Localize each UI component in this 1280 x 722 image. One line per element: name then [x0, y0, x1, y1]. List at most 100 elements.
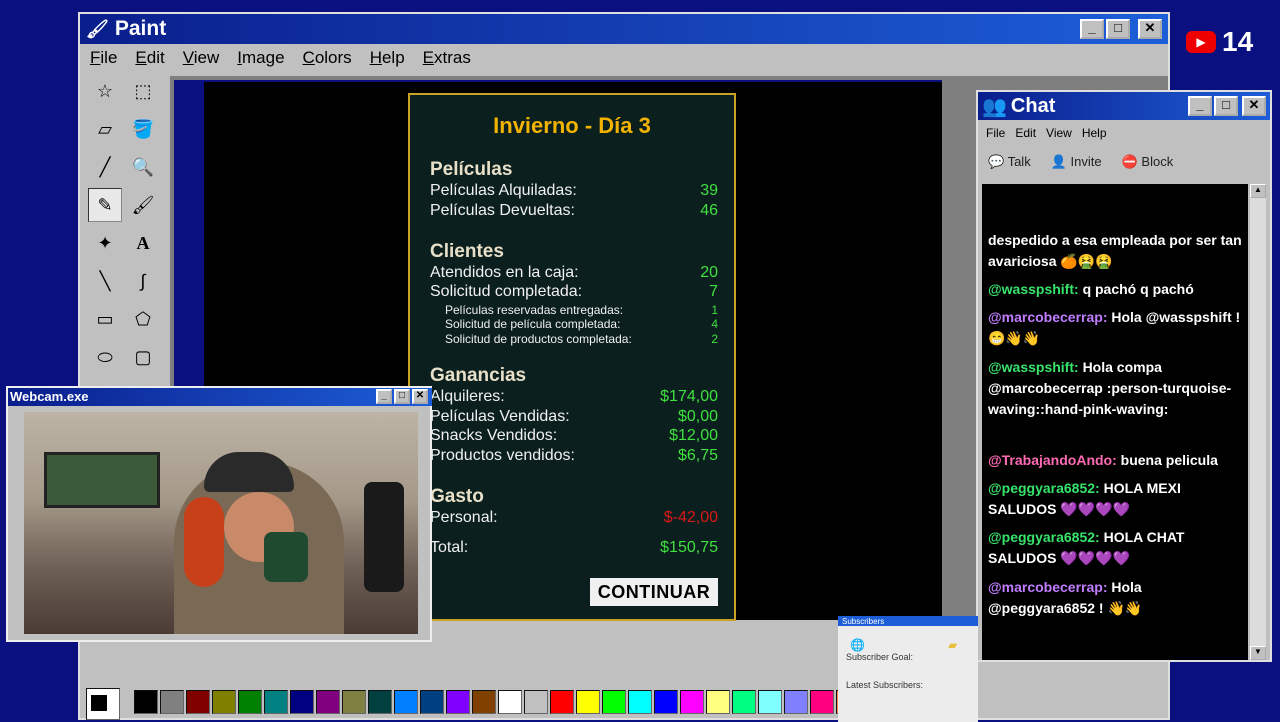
color-swatch[interactable] [472, 690, 496, 714]
free-select-icon[interactable]: ☆ [88, 74, 122, 108]
cap-shape [204, 452, 294, 492]
webcam-titlebar[interactable]: Webcam.exe [8, 388, 432, 406]
current-colors[interactable] [86, 688, 120, 720]
color-swatch[interactable] [680, 690, 704, 714]
color-swatch[interactable] [316, 690, 340, 714]
text-tool-icon[interactable]: A [126, 226, 160, 260]
scroll-down-arrow-icon[interactable]: ▼ [1250, 646, 1266, 660]
menu-view[interactable]: View [183, 48, 220, 68]
chat-scrollbar[interactable]: ▲ ▼ [1250, 184, 1266, 660]
color-swatch[interactable] [732, 690, 756, 714]
chat-menu-view[interactable]: View [1046, 126, 1072, 140]
paint-titlebar[interactable]: 🖌 Paint _ □ ✕ [80, 14, 1168, 44]
maximize-button[interactable]: □ [1106, 19, 1130, 39]
color-swatch[interactable] [394, 690, 418, 714]
eyedropper-icon[interactable]: ╱ [88, 150, 122, 184]
color-swatch[interactable] [498, 690, 522, 714]
polygon-icon[interactable]: ⬠ [126, 302, 160, 336]
color-swatch[interactable] [342, 690, 366, 714]
color-swatch[interactable] [524, 690, 548, 714]
paint-menubar: File Edit View Image Colors Help Extras [80, 44, 1168, 72]
rectangle-icon[interactable]: ▭ [88, 302, 122, 336]
pencil-icon[interactable]: ✎ [88, 188, 122, 222]
ellipse-icon[interactable]: ⬭ [88, 340, 122, 374]
fill-bucket-icon[interactable]: 🪣 [126, 112, 160, 146]
chat-close-button[interactable]: ✕ [1242, 96, 1266, 116]
chat-menu-help[interactable]: Help [1082, 126, 1107, 140]
chat-message: @peggyara6852: HOLA CHAT SALUDOS 💜💜💜💜 [988, 529, 1185, 566]
block-button[interactable]: ⛔ Block [1122, 154, 1174, 170]
rect-select-icon[interactable]: ⬚ [126, 74, 160, 108]
webcam-close-button[interactable]: ✕ [412, 389, 428, 404]
color-swatch[interactable] [160, 690, 184, 714]
continuar-button[interactable]: CONTINUAR [590, 578, 718, 606]
chat-maximize-button[interactable]: □ [1214, 96, 1238, 116]
color-swatch[interactable] [550, 690, 574, 714]
color-swatch[interactable] [134, 690, 158, 714]
subscribers-widget: Subscribers 🌐 ▰ Subscriber Goal: Latest … [838, 616, 978, 722]
color-swatch[interactable] [654, 690, 678, 714]
color-swatch[interactable] [628, 690, 652, 714]
row-peliculas-vendidas: Películas Vendidas: $0,00 [430, 408, 718, 425]
eraser-icon[interactable]: ▱ [88, 112, 122, 146]
youtube-count: 14 [1222, 26, 1254, 57]
row-solicitud-pelicula: Solicitud de película completada: 4 [445, 317, 718, 331]
chat-message: @peggyara6852: HOLA MEXI SALUDOS 💜💜💜💜 [988, 480, 1181, 517]
chat-titlebar[interactable]: 👥 Chat _ □ ✕ [978, 92, 1270, 120]
row-productos: Productos vendidos: $6,75 [430, 447, 718, 464]
color-swatch[interactable] [420, 690, 444, 714]
color-swatch[interactable] [238, 690, 262, 714]
brush-icon[interactable]: 🖌 [126, 188, 160, 222]
close-button[interactable]: ✕ [1138, 19, 1162, 39]
color-swatch[interactable] [290, 690, 314, 714]
row-alquileres: Alquileres: $174,00 [430, 388, 718, 405]
color-swatch[interactable] [576, 690, 600, 714]
talk-icon: 💬 [988, 154, 1005, 169]
webcam-maximize-button[interactable]: □ [394, 389, 410, 404]
magnifier-icon[interactable]: 🔍 [126, 150, 160, 184]
webcam-minimize-button[interactable]: _ [376, 389, 392, 404]
menu-extras[interactable]: Extras [423, 48, 471, 68]
toolbox: ☆ ⬚ ▱ 🪣 ╱ 🔍 ✎ 🖌 ✦ A ╲ ∫ ▭ ⬠ ⬭ ▢ [86, 74, 172, 382]
color-swatch[interactable] [706, 690, 730, 714]
menu-edit[interactable]: Edit [135, 48, 164, 68]
rounded-rect-icon[interactable]: ▢ [126, 340, 160, 374]
color-swatch[interactable] [212, 690, 236, 714]
color-swatch[interactable] [810, 690, 834, 714]
row-personal: Personal: $-42,00 [430, 509, 718, 526]
section-peliculas: Películas [430, 159, 513, 180]
color-swatch[interactable] [368, 690, 392, 714]
color-swatch[interactable] [264, 690, 288, 714]
menu-help[interactable]: Help [370, 48, 405, 68]
chat-minimize-button[interactable]: _ [1188, 96, 1212, 116]
row-total: Total: $150,75 [430, 539, 718, 556]
invite-button[interactable]: 👤 Invite [1051, 154, 1102, 170]
menu-colors[interactable]: Colors [303, 48, 352, 68]
minimize-button[interactable]: _ [1080, 19, 1104, 39]
scroll-up-arrow-icon[interactable]: ▲ [1250, 184, 1266, 198]
section-clientes: Clientes [430, 241, 504, 262]
menu-image[interactable]: Image [237, 48, 284, 68]
chat-menubar: File Edit View Help [978, 120, 1270, 140]
color-swatch[interactable] [186, 690, 210, 714]
row-peliculas-devueltas: Películas Devueltas: 46 [430, 202, 718, 219]
wall-poster [44, 452, 160, 508]
chat-users-icon: 👥 [982, 95, 1007, 118]
talk-button[interactable]: 💬 Talk [988, 154, 1031, 170]
subscriber-goal-label: Subscriber Goal: [846, 652, 914, 662]
color-swatch[interactable] [758, 690, 782, 714]
chat-message: @marcobecerrap: Hola @peggyara6852 ! 👋👋 [988, 579, 1143, 616]
color-swatch[interactable] [446, 690, 470, 714]
line-icon[interactable]: ╲ [88, 264, 122, 298]
color-swatch[interactable] [784, 690, 808, 714]
menu-file[interactable]: File [90, 48, 117, 68]
curve-icon[interactable]: ∫ [126, 264, 160, 298]
color-swatch[interactable] [602, 690, 626, 714]
chat-menu-edit[interactable]: Edit [1015, 126, 1036, 140]
youtube-counter: ▶ 14 [1186, 26, 1253, 58]
row-solicitud-productos: Solicitud de productos completada: 2 [445, 332, 718, 346]
airbrush-icon[interactable]: ✦ [88, 226, 122, 260]
chat-window: 👥 Chat _ □ ✕ File Edit View Help 💬 Talk … [976, 90, 1272, 662]
mug-shape [264, 532, 308, 582]
chat-menu-file[interactable]: File [986, 126, 1005, 140]
